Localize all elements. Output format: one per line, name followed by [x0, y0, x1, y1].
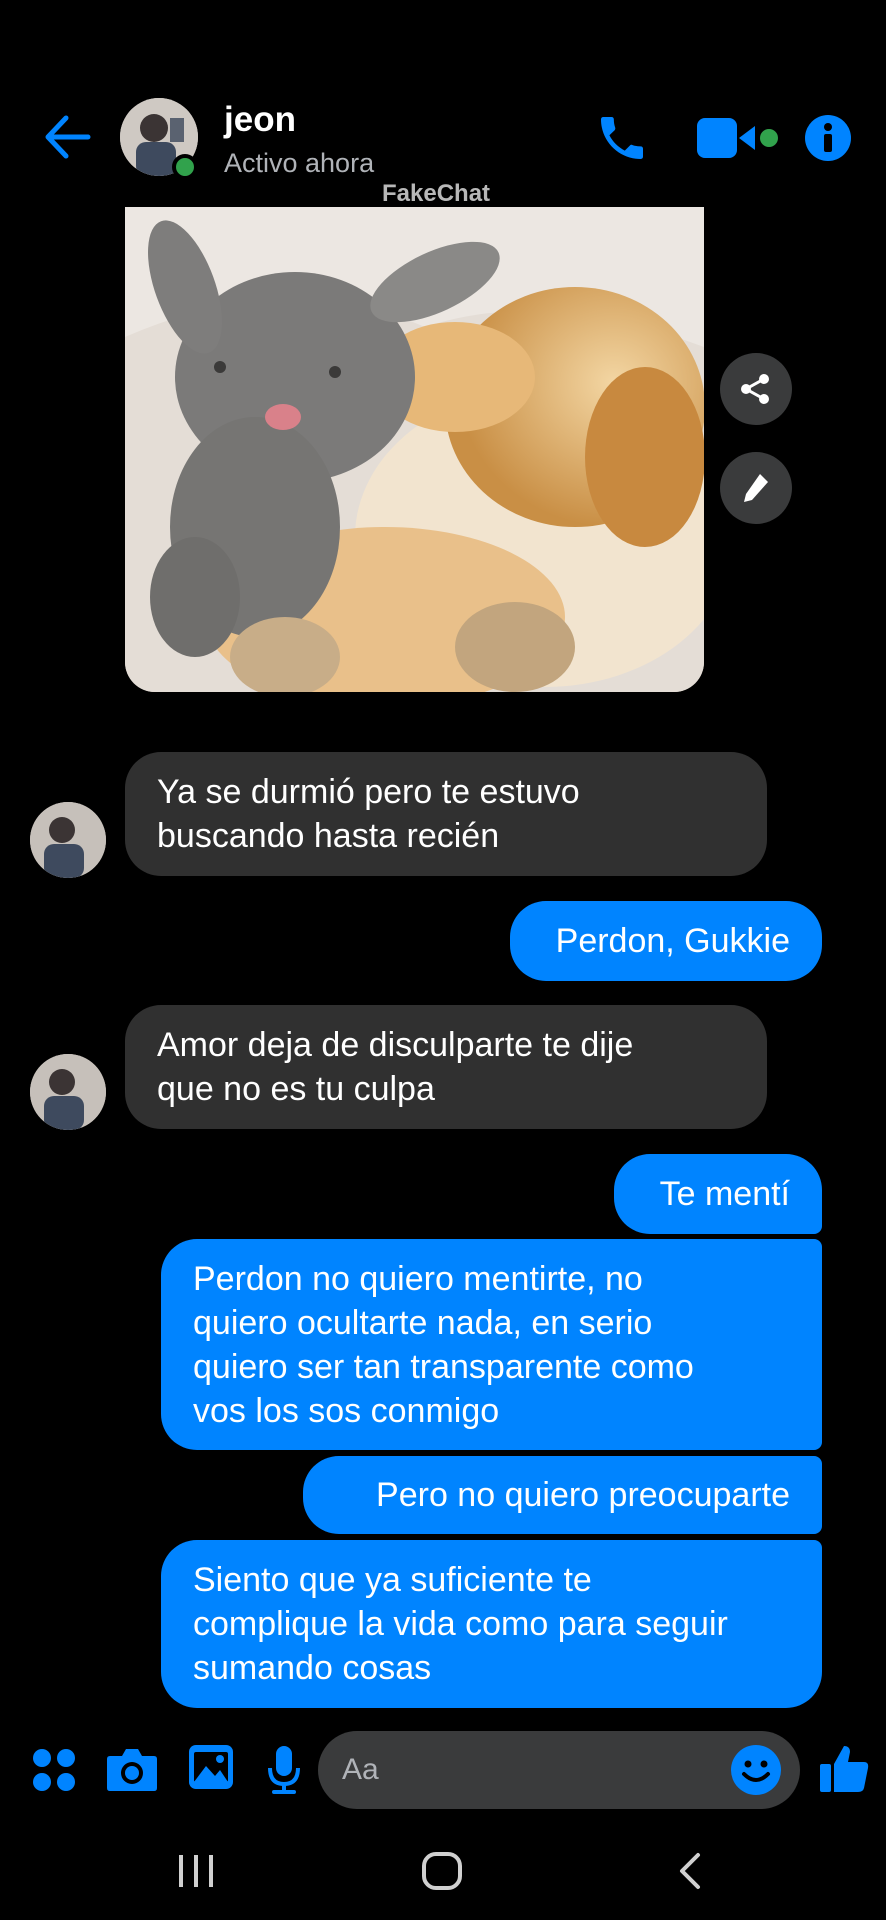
image-icon[interactable]: [188, 1744, 234, 1790]
message-input[interactable]: [342, 1747, 722, 1793]
message-text: Amor deja de disculparte te dije que no …: [157, 1026, 634, 1108]
contact-avatar-small[interactable]: [30, 802, 106, 878]
back-nav-icon[interactable]: [676, 1851, 706, 1891]
microphone-icon[interactable]: [266, 1744, 302, 1796]
recent-apps-icon[interactable]: [176, 1853, 216, 1889]
message-text: Perdon, Gukkie: [555, 922, 790, 960]
video-camera-icon[interactable]: [697, 116, 783, 160]
message-bubble-incoming[interactable]: Amor deja de disculparte te dije que no …: [125, 1005, 767, 1129]
edit-button[interactable]: [720, 452, 792, 524]
message-text: Te mentí: [659, 1175, 790, 1213]
message-bubble-outgoing[interactable]: Siento que ya suficiente te complique la…: [161, 1540, 822, 1708]
message-bubble-incoming[interactable]: Ya se durmió pero te estuvo buscando has…: [125, 752, 767, 876]
photo-message[interactable]: [125, 207, 704, 692]
contact-status: Activo ahora: [224, 148, 375, 178]
chat-header: jeon Activo ahora FakeChat: [0, 0, 886, 207]
thumbs-up-icon[interactable]: [818, 1742, 870, 1794]
message-text: Perdon no quiero mentirte, no quiero ocu…: [193, 1259, 694, 1430]
message-text: Ya se durmió pero te estuvo buscando has…: [157, 773, 580, 855]
message-text: Pero no quiero preocuparte: [376, 1476, 790, 1514]
watermark: FakeChat: [382, 180, 491, 207]
pencil-icon: [744, 474, 768, 502]
share-button[interactable]: [720, 353, 792, 425]
smiley-icon[interactable]: [730, 1744, 782, 1796]
message-text: Siento que ya suficiente te complique la…: [193, 1561, 728, 1687]
home-icon[interactable]: [421, 1851, 463, 1891]
message-bubble-outgoing[interactable]: Te mentí: [614, 1154, 822, 1234]
four-dots-icon[interactable]: [32, 1748, 76, 1792]
message-bubble-outgoing[interactable]: Pero no quiero preocuparte: [303, 1456, 822, 1534]
contact-avatar-small[interactable]: [30, 1054, 106, 1130]
share-icon: [741, 374, 769, 404]
system-navigation-bar: [0, 1820, 886, 1920]
back-arrow-icon[interactable]: [40, 112, 92, 162]
online-indicator: [172, 154, 198, 180]
camera-icon[interactable]: [106, 1746, 158, 1792]
phone-icon[interactable]: [594, 110, 650, 166]
contact-name[interactable]: jeon: [224, 100, 296, 140]
info-icon[interactable]: [804, 114, 852, 162]
message-input-container[interactable]: [318, 1731, 800, 1809]
message-bubble-outgoing[interactable]: Perdon no quiero mentirte, no quiero ocu…: [161, 1239, 822, 1450]
message-bubble-outgoing[interactable]: Perdon, Gukkie: [510, 901, 822, 981]
